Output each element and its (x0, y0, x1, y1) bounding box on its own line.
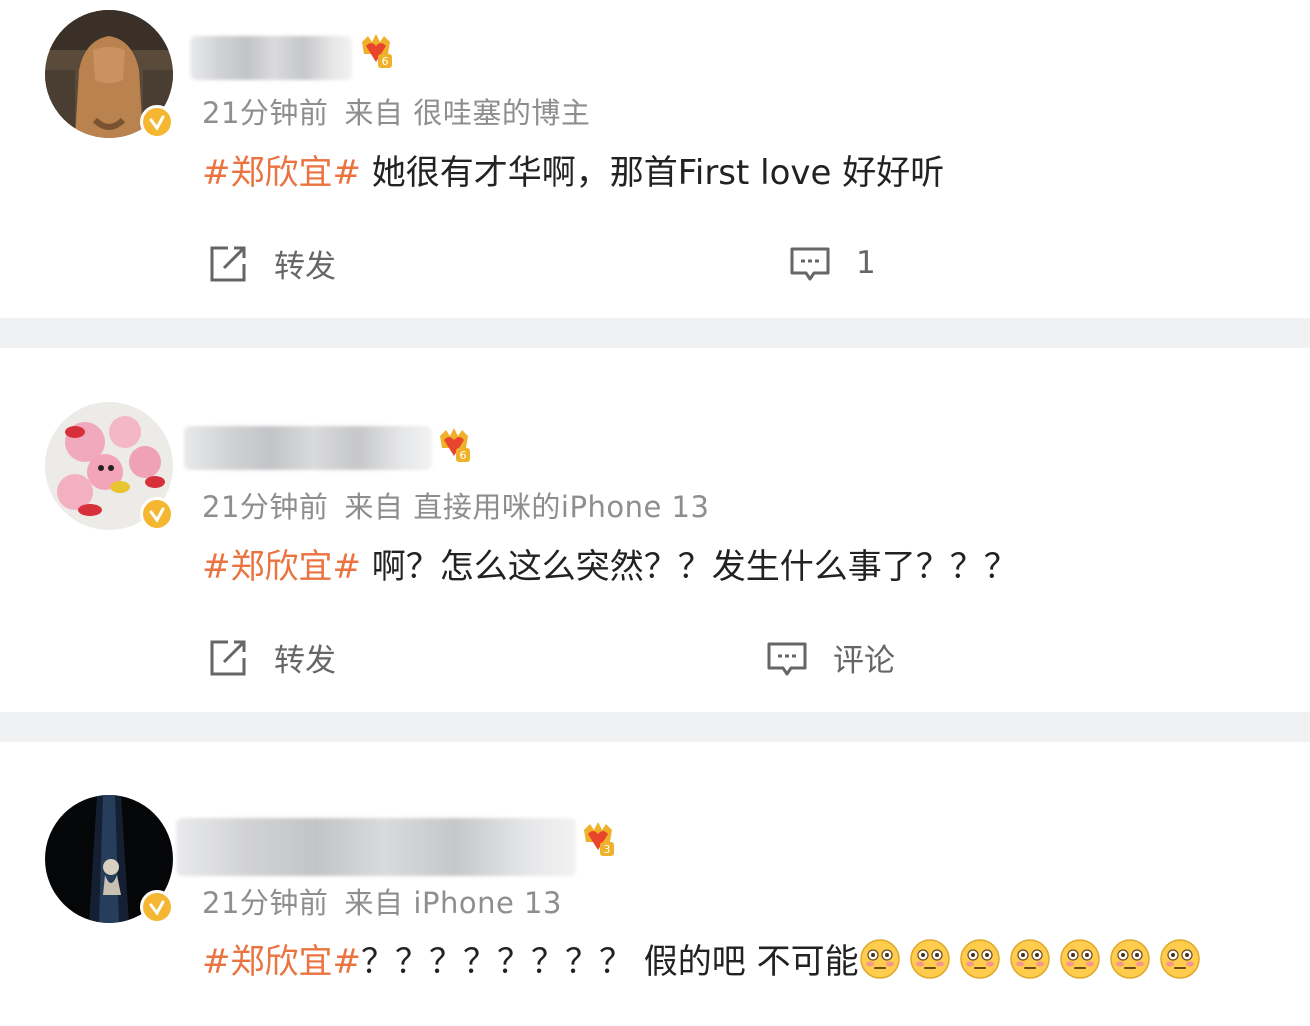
post-meta: 21分钟前 来自 很哇塞的博主 (202, 90, 590, 132)
fan-badge-icon: 6 (436, 426, 472, 464)
repost-button[interactable]: 转发 (206, 635, 336, 680)
post-card: 6 21分钟前 来自 很哇塞的博主 #郑欣宜# 她很有才华啊，那首First lov… (0, 0, 1310, 318)
repost-label: 转发 (274, 249, 336, 285)
repost-label: 转发 (274, 643, 336, 679)
verified-badge-icon (140, 497, 174, 531)
post-source: 很哇塞的博主 (413, 96, 591, 130)
username-blurred[interactable] (176, 818, 576, 876)
post-time: 21分钟前 (202, 490, 329, 524)
comment-icon (790, 247, 830, 281)
post-meta: 21分钟前 来自 iPhone 13 (202, 880, 562, 922)
avatar[interactable] (45, 402, 174, 531)
svg-text:6: 6 (460, 449, 467, 462)
verified-badge-icon (140, 105, 174, 139)
avatar[interactable] (45, 10, 174, 139)
post-card: 3 21分钟前 来自 iPhone 13 #郑欣宜#？？？？？？？？ 假的吧 不可能 (0, 742, 1310, 1026)
avatar[interactable] (45, 795, 174, 924)
source-prefix: 来自 (344, 490, 404, 524)
fan-badge-icon: 3 (580, 820, 616, 858)
username-blurred[interactable] (184, 426, 432, 470)
fan-badge-icon: 6 (358, 32, 394, 70)
post-body: 啊？怎么这么突然？？发生什么事了？？？ (360, 547, 1018, 587)
source-prefix: 来自 (344, 96, 404, 130)
share-icon (210, 246, 246, 281)
post-card: 6 21分钟前 来自 直接用咪的iPhone 13 #郑欣宜# 啊？怎么这么突然？？… (0, 348, 1310, 712)
emoji-row (859, 939, 1209, 982)
comment-icon (767, 642, 807, 675)
post-time: 21分钟前 (202, 96, 329, 130)
share-icon (210, 640, 246, 675)
comment-button[interactable]: 1 (788, 241, 876, 285)
post-time: 21分钟前 (202, 886, 329, 920)
flushed-face-emoji-icon (959, 939, 1000, 979)
username-blurred[interactable] (190, 36, 352, 80)
repost-button[interactable]: 转发 (206, 241, 336, 286)
flushed-face-emoji-icon (909, 939, 950, 979)
post-body: ？？？？？？？？ 假的吧 不可能 (360, 942, 859, 982)
comment-count: 1 (856, 245, 876, 281)
post-source: iPhone 13 (413, 886, 562, 920)
comment-label: 评论 (833, 643, 895, 679)
hashtag-link[interactable]: #郑欣宜# (202, 153, 361, 193)
svg-text:6: 6 (382, 55, 389, 68)
post-meta: 21分钟前 来自 直接用咪的iPhone 13 (202, 484, 709, 526)
post-source: 直接用咪的iPhone 13 (413, 490, 710, 524)
flushed-face-emoji-icon (1159, 939, 1200, 979)
svg-text:3: 3 (604, 843, 611, 856)
flushed-face-emoji-icon (1109, 939, 1150, 979)
verified-badge-icon (140, 890, 174, 924)
hashtag-link[interactable]: #郑欣宜# (202, 547, 361, 587)
post-text: #郑欣宜# 她很有才华啊，那首First love 好好听 (202, 145, 944, 194)
hashtag-link[interactable]: #郑欣宜# (202, 942, 361, 982)
post-text: #郑欣宜# 啊？怎么这么突然？？发生什么事了？？？ (202, 539, 1018, 588)
flushed-face-emoji-icon (1059, 939, 1100, 979)
comment-button[interactable]: 评论 (765, 635, 895, 680)
post-body: 她很有才华啊，那首First love 好好听 (360, 153, 945, 193)
flushed-face-emoji-icon (859, 939, 900, 979)
post-text: #郑欣宜#？？？？？？？？ 假的吧 不可能 (202, 934, 1209, 983)
source-prefix: 来自 (344, 886, 404, 920)
flushed-face-emoji-icon (1009, 939, 1050, 979)
